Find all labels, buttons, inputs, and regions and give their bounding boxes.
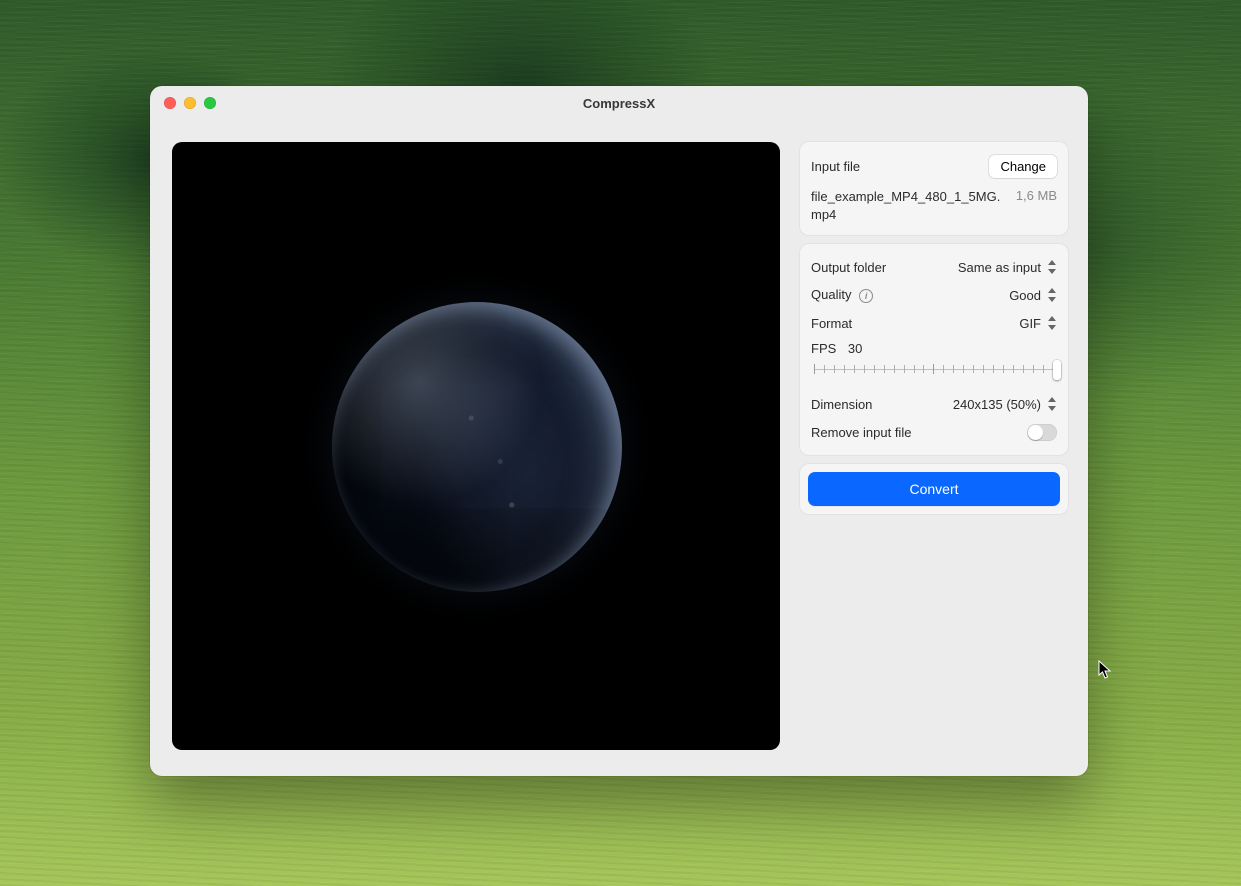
- format-row: Format GIF: [811, 309, 1057, 337]
- zoom-window-button[interactable]: [204, 97, 216, 109]
- output-folder-select[interactable]: Same as input: [958, 260, 1057, 275]
- convert-button[interactable]: Convert: [808, 472, 1060, 506]
- chevron-updown-icon: [1047, 260, 1057, 274]
- input-file-card: Input file Change file_example_MP4_480_1…: [800, 142, 1068, 235]
- input-filesize: 1,6 MB: [1016, 188, 1057, 203]
- fps-slider[interactable]: [811, 360, 1057, 378]
- output-folder-value: Same as input: [958, 260, 1041, 275]
- fps-label: FPS: [811, 341, 836, 356]
- window-title: CompressX: [583, 96, 655, 111]
- output-folder-label: Output folder: [811, 260, 886, 275]
- quality-value: Good: [1009, 288, 1041, 303]
- input-file-label: Input file: [811, 159, 860, 174]
- quality-row: Quality i Good: [811, 281, 1057, 309]
- format-label: Format: [811, 316, 852, 331]
- settings-panel: Input file Change file_example_MP4_480_1…: [800, 142, 1068, 754]
- remove-input-toggle[interactable]: [1027, 424, 1057, 441]
- titlebar: CompressX: [150, 86, 1088, 120]
- info-icon[interactable]: i: [859, 289, 873, 303]
- video-preview[interactable]: [172, 142, 780, 750]
- remove-input-label: Remove input file: [811, 425, 911, 440]
- format-select[interactable]: GIF: [1019, 316, 1057, 331]
- quality-select[interactable]: Good: [1009, 288, 1057, 303]
- fps-value: 30: [848, 341, 862, 356]
- minimize-window-button[interactable]: [184, 97, 196, 109]
- dimension-select[interactable]: 240x135 (50%): [953, 397, 1057, 412]
- chevron-updown-icon: [1047, 316, 1057, 330]
- chevron-updown-icon: [1047, 397, 1057, 411]
- slider-thumb[interactable]: [1053, 360, 1061, 380]
- settings-card: Output folder Same as input Quality i Go…: [800, 244, 1068, 455]
- window-controls: [164, 97, 216, 109]
- dimension-row: Dimension 240x135 (50%): [811, 390, 1057, 418]
- change-file-button[interactable]: Change: [989, 155, 1057, 178]
- format-value: GIF: [1019, 316, 1041, 331]
- app-window: CompressX Input file Change file_example…: [150, 86, 1088, 776]
- dimension-value: 240x135 (50%): [953, 397, 1041, 412]
- remove-input-row: Remove input file: [811, 418, 1057, 446]
- input-filename: file_example_MP4_480_1_5MG.mp4: [811, 188, 1001, 223]
- content-area: Input file Change file_example_MP4_480_1…: [150, 120, 1088, 776]
- action-card: Convert: [800, 464, 1068, 514]
- output-folder-row: Output folder Same as input: [811, 253, 1057, 281]
- cursor-icon: [1098, 660, 1112, 680]
- close-window-button[interactable]: [164, 97, 176, 109]
- dimension-label: Dimension: [811, 397, 872, 412]
- preview-frame-image: [332, 302, 622, 592]
- fps-row: FPS 30: [811, 337, 1057, 380]
- quality-label: Quality i: [811, 287, 873, 303]
- chevron-updown-icon: [1047, 288, 1057, 302]
